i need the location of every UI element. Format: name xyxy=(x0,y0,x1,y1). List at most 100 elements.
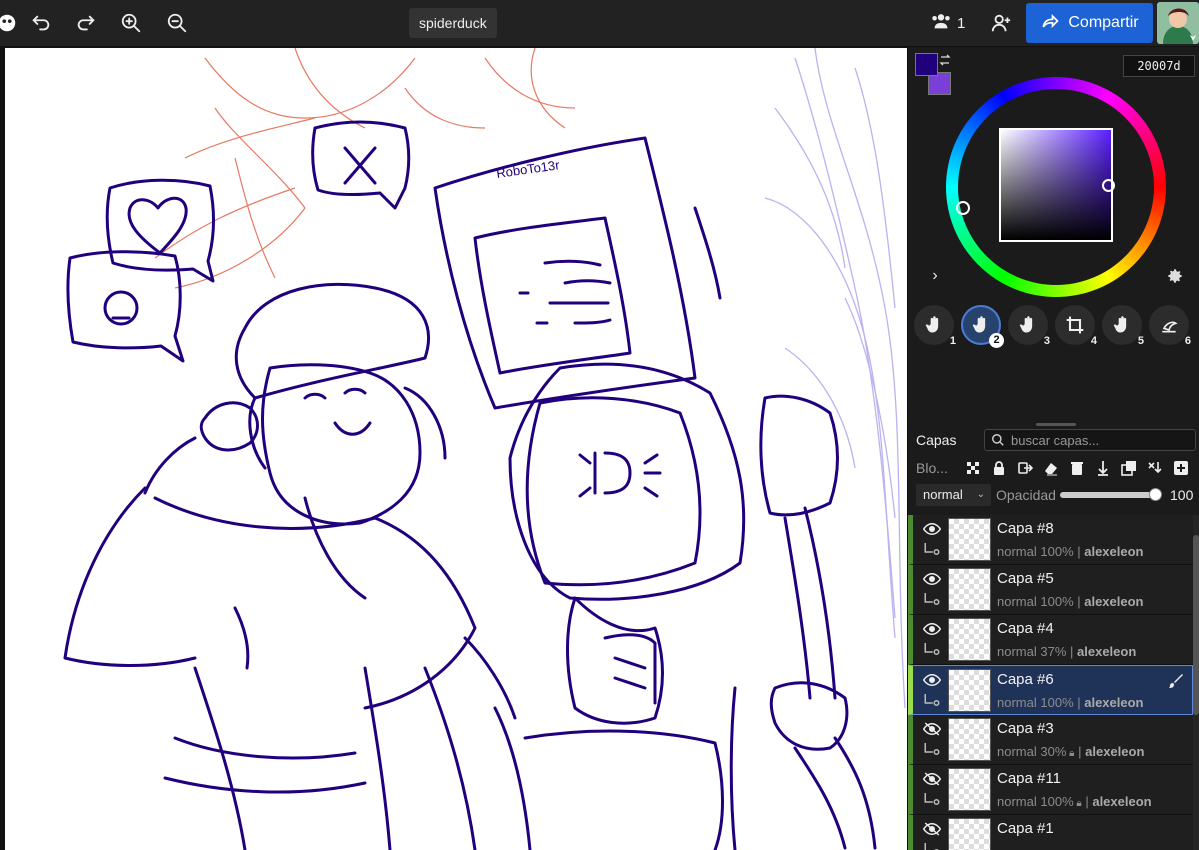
layer-options-icon[interactable] xyxy=(923,841,941,850)
layer-thumbnail xyxy=(948,718,991,761)
panel-resize-handle[interactable] xyxy=(1036,423,1076,426)
layer-thumbnail xyxy=(948,518,991,561)
lock-icon[interactable] xyxy=(988,457,1009,478)
layer-row[interactable]: Capa #8 normal 100% | alexeleon xyxy=(908,515,1193,565)
chevron-down-icon: ⌄ xyxy=(976,489,985,500)
layer-owner: alexeleon xyxy=(1092,794,1152,809)
app-menu-icon[interactable] xyxy=(0,8,22,38)
checker-icon[interactable] xyxy=(962,457,983,478)
drawing-canvas[interactable]: RoboTo13r xyxy=(5,48,907,850)
hue-handle[interactable] xyxy=(956,201,970,215)
users-online-button[interactable]: 1 xyxy=(930,8,965,38)
saturation-value-square[interactable] xyxy=(999,128,1113,242)
eye-icon[interactable] xyxy=(922,621,942,637)
brush-preset-6[interactable]: 6 xyxy=(1149,305,1191,347)
eye-icon[interactable] xyxy=(922,571,942,587)
opacity-label: Opacidad xyxy=(996,487,1056,503)
zoom-out-icon[interactable] xyxy=(162,8,192,38)
layer-mode: normal xyxy=(997,594,1037,609)
clipping-icon[interactable] xyxy=(1144,457,1165,478)
add-layer-icon[interactable] xyxy=(1170,457,1191,478)
chevron-right-icon[interactable]: › xyxy=(928,267,942,285)
eye-off-icon[interactable] xyxy=(922,721,942,737)
layer-row[interactable]: Capa #11 normal 100% 🔒︎ | alexeleon xyxy=(908,765,1193,815)
layer-search-input[interactable]: buscar capas... xyxy=(984,429,1196,451)
brush-preset-1[interactable]: 1 xyxy=(914,305,956,347)
brush-icon xyxy=(1168,673,1184,689)
scrollbar-thumb[interactable] xyxy=(1193,535,1199,715)
eye-off-icon[interactable] xyxy=(922,821,942,837)
zoom-in-icon[interactable] xyxy=(116,8,146,38)
layer-thumbnail xyxy=(948,669,991,712)
layer-options-icon[interactable] xyxy=(923,541,941,557)
opacity-slider-knob[interactable] xyxy=(1149,488,1162,501)
layer-name: Capa #1 xyxy=(997,820,1054,837)
redo-icon[interactable] xyxy=(71,8,101,38)
add-user-icon[interactable] xyxy=(986,8,1016,38)
layer-row[interactable]: Capa #5 normal 100% | alexeleon xyxy=(908,565,1193,615)
layer-opacity: 100% xyxy=(1040,544,1074,559)
opacity-slider[interactable] xyxy=(1060,488,1162,501)
gear-icon[interactable] xyxy=(1166,267,1184,285)
artwork: RoboTo13r xyxy=(63,48,906,850)
layer-name: Capa #8 xyxy=(997,520,1054,537)
share-label: Compartir xyxy=(1068,14,1139,31)
canvas-viewport[interactable]: RoboTo13r xyxy=(0,47,907,850)
hand-icon xyxy=(1113,316,1127,333)
duplicate-icon[interactable] xyxy=(1118,457,1139,478)
swap-colors-icon[interactable] xyxy=(938,53,952,67)
blend-mode-select[interactable]: normal ⌄ xyxy=(916,484,991,506)
brush-preset-5[interactable]: 5 xyxy=(1102,305,1144,347)
merge-down-icon[interactable] xyxy=(1092,457,1113,478)
eye-off-icon[interactable] xyxy=(922,771,942,787)
document-title[interactable]: spiderduck xyxy=(409,8,497,38)
hex-color-input[interactable]: 20007d xyxy=(1123,55,1195,77)
layer-owner: alexeleon xyxy=(1077,644,1137,659)
hand-icon xyxy=(925,316,939,333)
undo-icon[interactable] xyxy=(26,8,56,38)
layer-name: Capa #3 xyxy=(997,720,1054,737)
layer-thumbnail xyxy=(948,568,991,611)
brush-preset-3[interactable]: 3 xyxy=(1008,305,1050,347)
eye-icon[interactable] xyxy=(922,672,942,688)
layer-options-icon[interactable] xyxy=(923,692,941,708)
move-layer-icon[interactable] xyxy=(1014,457,1035,478)
layer-row[interactable]: Capa #3 normal 30% 🔒︎ | alexeleon xyxy=(908,715,1193,765)
layer-options-icon[interactable] xyxy=(923,591,941,607)
robot-screen-text: RoboTo13r xyxy=(495,157,561,181)
layer-opacity: 100% xyxy=(1040,695,1074,710)
layers-title: Capas xyxy=(916,432,957,448)
primary-color-swatch[interactable] xyxy=(915,53,938,76)
saturation-handle[interactable] xyxy=(1102,179,1115,192)
layer-options-icon[interactable] xyxy=(923,641,941,657)
smudge-icon xyxy=(1162,321,1178,333)
layer-mode: normal xyxy=(997,744,1037,759)
layer-row[interactable]: Capa #6 normal 100% | alexeleon xyxy=(908,665,1193,715)
layer-list-scrollbar[interactable] xyxy=(1193,515,1199,850)
users-count: 1 xyxy=(957,14,966,32)
layer-meta: normal 100% | alexeleon xyxy=(997,695,1144,710)
layer-opacity: 37% xyxy=(1040,644,1067,659)
eraser-icon[interactable] xyxy=(1040,457,1061,478)
brush-preset-4[interactable]: 4 xyxy=(1055,305,1097,347)
trash-icon[interactable] xyxy=(1066,457,1087,478)
layer-mode: normal xyxy=(997,695,1037,710)
hand-icon xyxy=(972,316,986,333)
lock-icon: 🔒︎ xyxy=(1066,748,1075,759)
layer-options-icon[interactable] xyxy=(923,791,941,807)
opacity-value: 100 xyxy=(1170,487,1194,503)
layer-row[interactable]: Capa #4 normal 37% | alexeleon xyxy=(908,615,1193,665)
layer-owner: alexeleon xyxy=(1084,695,1144,710)
layer-options-icon[interactable] xyxy=(923,741,941,757)
avatar[interactable] xyxy=(1157,2,1199,44)
search-placeholder: buscar capas... xyxy=(1011,432,1100,448)
share-button[interactable]: Compartir xyxy=(1026,3,1153,43)
share-icon xyxy=(1040,11,1060,36)
layer-name: Capa #6 xyxy=(997,671,1054,688)
layer-row[interactable]: Capa #1 xyxy=(908,815,1193,850)
top-toolbar: spiderduck 1 Compartir xyxy=(0,0,1199,47)
eye-icon[interactable] xyxy=(922,521,942,537)
brush-preset-2[interactable]: 2 xyxy=(961,305,1004,348)
layer-thumbnail xyxy=(948,618,991,661)
layer-mode: normal xyxy=(997,544,1037,559)
